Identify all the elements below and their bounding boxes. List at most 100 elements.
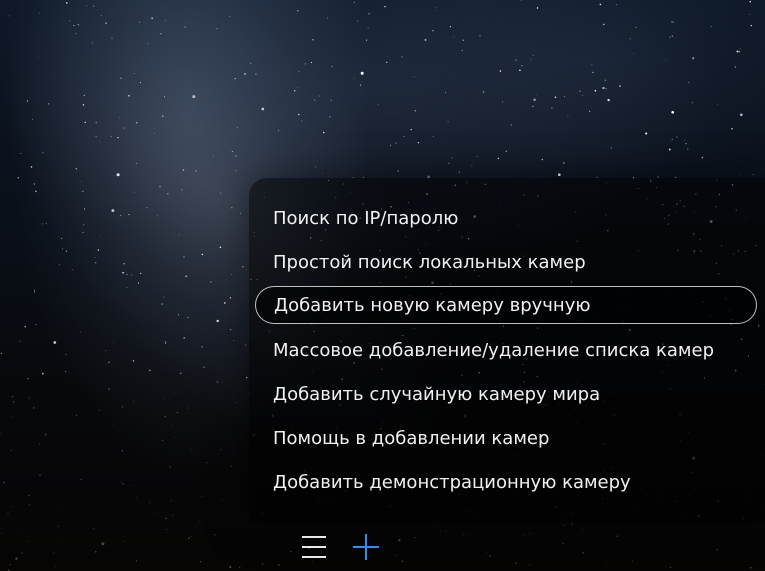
star — [510, 124, 512, 126]
star — [219, 246, 222, 249]
add-camera-menu: Поиск по IP/паролю Простой поиск локальн… — [249, 178, 765, 523]
star — [236, 126, 238, 129]
star — [579, 90, 581, 92]
star — [314, 99, 316, 101]
star — [45, 222, 47, 224]
star — [66, 2, 68, 4]
star — [75, 33, 77, 35]
star — [384, 6, 386, 8]
star — [123, 127, 125, 129]
star — [671, 21, 673, 23]
star — [119, 214, 122, 217]
star — [243, 72, 247, 76]
star — [599, 3, 602, 6]
star — [164, 20, 166, 22]
star — [327, 17, 329, 19]
star — [97, 9, 99, 10]
star — [397, 170, 399, 172]
star — [451, 157, 453, 159]
star — [72, 269, 73, 270]
menu-item-bulk-add-remove[interactable]: Массовое добавление/удаление списка каме… — [273, 332, 714, 370]
star — [112, 424, 113, 426]
star — [80, 331, 81, 333]
star — [301, 120, 303, 122]
star — [734, 66, 736, 68]
star — [239, 212, 241, 214]
star — [34, 289, 35, 291]
star — [607, 98, 610, 102]
star — [30, 166, 33, 168]
star — [619, 85, 621, 87]
star — [589, 110, 591, 112]
star — [105, 22, 108, 25]
star — [165, 517, 167, 520]
star — [126, 287, 128, 288]
star — [297, 87, 298, 89]
star — [83, 224, 85, 226]
hamburger-menu-icon[interactable] — [302, 534, 326, 560]
menu-item-help-adding-cameras[interactable]: Помощь в добавлении камер — [273, 420, 549, 458]
star — [310, 61, 313, 64]
star — [75, 415, 78, 417]
star — [113, 341, 114, 343]
star — [65, 250, 68, 252]
star — [37, 57, 39, 58]
star — [27, 378, 29, 380]
star — [162, 115, 164, 117]
menu-item-add-random-world-camera[interactable]: Добавить случайную камеру мира — [273, 376, 600, 414]
star — [140, 272, 142, 275]
star — [671, 110, 675, 114]
star — [476, 156, 478, 158]
star — [298, 113, 300, 116]
star — [318, 95, 320, 97]
star — [154, 133, 155, 134]
star — [146, 207, 148, 209]
menu-item-simple-local-search[interactable]: Простой поиск локальных камер — [273, 244, 586, 282]
star — [94, 257, 96, 259]
star — [367, 27, 369, 29]
star — [461, 49, 463, 51]
star — [242, 266, 244, 268]
star — [536, 7, 539, 9]
star — [210, 281, 212, 283]
star — [519, 69, 521, 71]
star — [554, 96, 557, 99]
star — [139, 81, 141, 84]
star — [668, 148, 671, 151]
star — [731, 128, 733, 130]
star — [60, 237, 63, 240]
star — [671, 138, 673, 140]
star — [297, 10, 299, 12]
star — [97, 249, 100, 251]
menu-item-add-camera-manually[interactable]: Добавить новую камеру вручную — [255, 286, 757, 324]
star — [229, 15, 231, 18]
star — [315, 166, 316, 168]
star — [277, 129, 280, 132]
menu-item-add-demo-camera[interactable]: Добавить демонстрационную камеру — [273, 464, 631, 502]
star — [156, 512, 158, 514]
star — [7, 494, 9, 495]
star — [710, 25, 712, 27]
star — [39, 474, 41, 476]
star — [128, 95, 130, 97]
star — [410, 128, 412, 131]
star — [357, 20, 359, 22]
star — [39, 483, 41, 485]
menu-item-search-ip-password[interactable]: Поиск по IP/паролю — [273, 200, 458, 238]
star — [19, 340, 21, 342]
star — [8, 15, 10, 17]
star — [479, 35, 481, 37]
star — [65, 353, 67, 355]
star — [532, 55, 534, 56]
star — [33, 183, 35, 185]
star — [685, 142, 687, 145]
star — [159, 185, 161, 188]
star — [749, 0, 752, 3]
star — [563, 162, 565, 164]
plus-icon[interactable] — [353, 534, 379, 560]
star — [134, 192, 135, 194]
star — [255, 73, 257, 75]
star — [216, 319, 219, 323]
star — [449, 26, 451, 28]
star — [118, 117, 120, 118]
